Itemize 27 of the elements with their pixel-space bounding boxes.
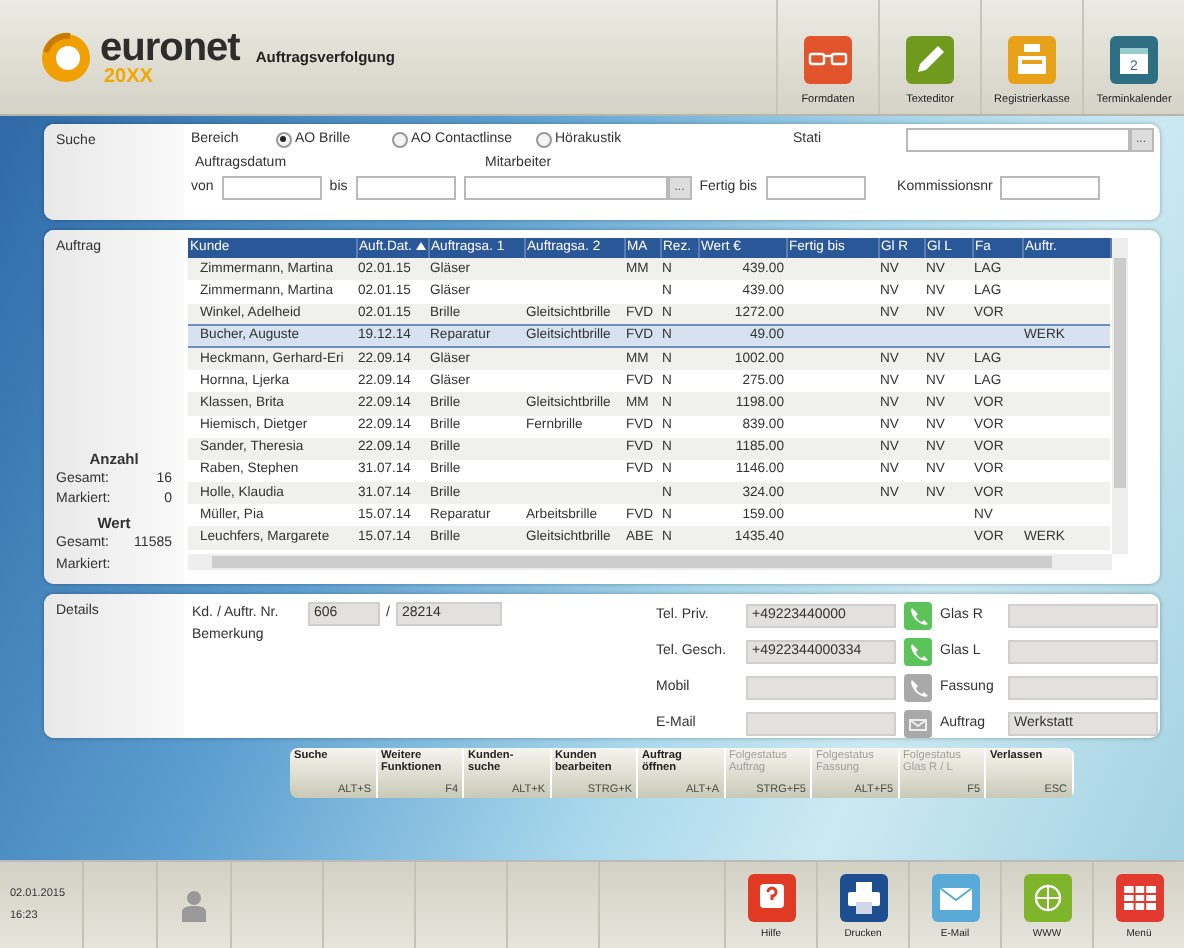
commission-field[interactable] <box>1000 175 1101 200</box>
glasses-icon <box>804 35 852 84</box>
radio-button[interactable] <box>275 131 291 148</box>
phone-icon[interactable] <box>904 638 932 666</box>
employee-field[interactable] <box>463 175 668 200</box>
help-icon <box>747 873 795 921</box>
pencil-icon <box>906 35 954 84</box>
phone-icon[interactable] <box>904 602 932 630</box>
mail-icon <box>931 873 979 921</box>
logo-edition: 20XX <box>104 67 155 87</box>
globe-icon <box>1023 873 1071 921</box>
printer-icon <box>839 873 887 921</box>
date-from-field[interactable] <box>221 175 322 200</box>
stati-field[interactable] <box>905 127 1129 152</box>
radio-button[interactable] <box>535 131 551 148</box>
mail-icon[interactable] <box>904 710 932 738</box>
vertical-scrollbar[interactable] <box>1112 238 1128 554</box>
logo-name: euronet <box>100 27 240 67</box>
horizontal-scrollbar[interactable] <box>188 554 1112 570</box>
cash-register-icon <box>1008 35 1056 84</box>
radio-button[interactable] <box>391 131 407 148</box>
finish-date-field[interactable] <box>765 175 866 200</box>
grid-menu-icon <box>1115 873 1163 921</box>
date-to-field[interactable] <box>355 175 456 200</box>
logo-icon <box>40 31 92 83</box>
user-icon[interactable] <box>180 889 208 921</box>
phone-icon[interactable] <box>904 674 932 702</box>
